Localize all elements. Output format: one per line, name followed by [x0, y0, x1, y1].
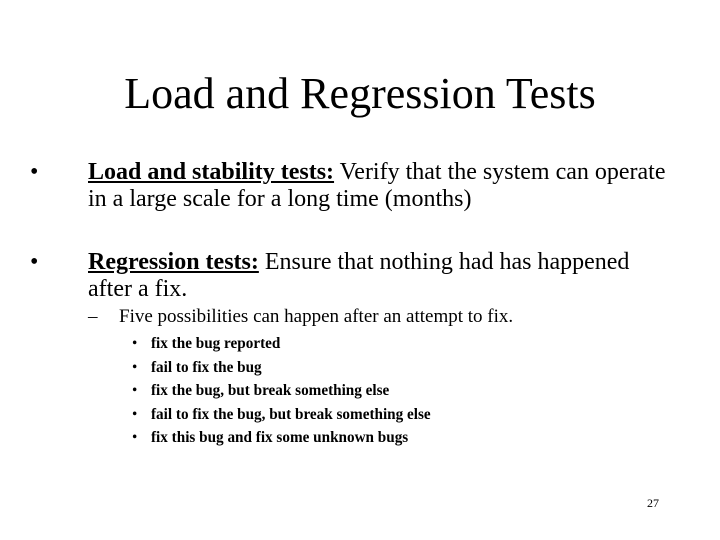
list-item: • fix this bug and fix some unknown bugs	[132, 426, 431, 450]
list-item: • fix the bug reported	[132, 332, 431, 356]
bullet-line: • Load and stability tests: Verify that …	[30, 159, 670, 213]
bullet-icon: •	[132, 429, 138, 446]
sub-bullet-text: Five possibilities can happen after an a…	[119, 306, 514, 327]
list-item-text: fix the bug reported	[151, 335, 281, 352]
bullet-load-stability: • Load and stability tests: Verify that …	[30, 159, 670, 213]
dash-icon: –	[88, 306, 98, 327]
bullet-icon: •	[132, 382, 138, 399]
list-item-text: fail to fix the bug, but break something…	[151, 405, 431, 423]
list-item-text: fix the bug, but break something else	[151, 382, 390, 399]
bullet-regression: • Regression tests: Ensure that nothing …	[30, 249, 670, 303]
bullet-icon: •	[132, 335, 138, 352]
bullet-term: Regression tests:	[88, 249, 259, 275]
list-item-text: fix this bug and fix some unknown bugs	[151, 429, 409, 446]
bullet-icon: •	[132, 405, 138, 423]
slide-title: Load and Regression Tests	[124, 69, 596, 118]
page-number: 27	[647, 496, 659, 510]
list-item: • fail to fix the bug	[132, 356, 431, 380]
list-item: • fail to fix the bug, but break somethi…	[132, 403, 431, 427]
possibilities-list: • fix the bug reported • fail to fix the…	[132, 332, 446, 450]
sub-bullet-five-possibilities: – Five possibilities can happen after an…	[88, 306, 513, 328]
bullet-icon: •	[132, 358, 138, 376]
bullet-term: Load and stability tests:	[88, 159, 335, 185]
bullet-line: • Regression tests: Ensure that nothing …	[30, 249, 670, 303]
bullet-icon: •	[30, 159, 39, 185]
list-item: • fix the bug, but break something else	[132, 379, 431, 403]
list-item-text: fail to fix the bug	[151, 358, 262, 376]
bullet-icon: •	[30, 249, 39, 275]
